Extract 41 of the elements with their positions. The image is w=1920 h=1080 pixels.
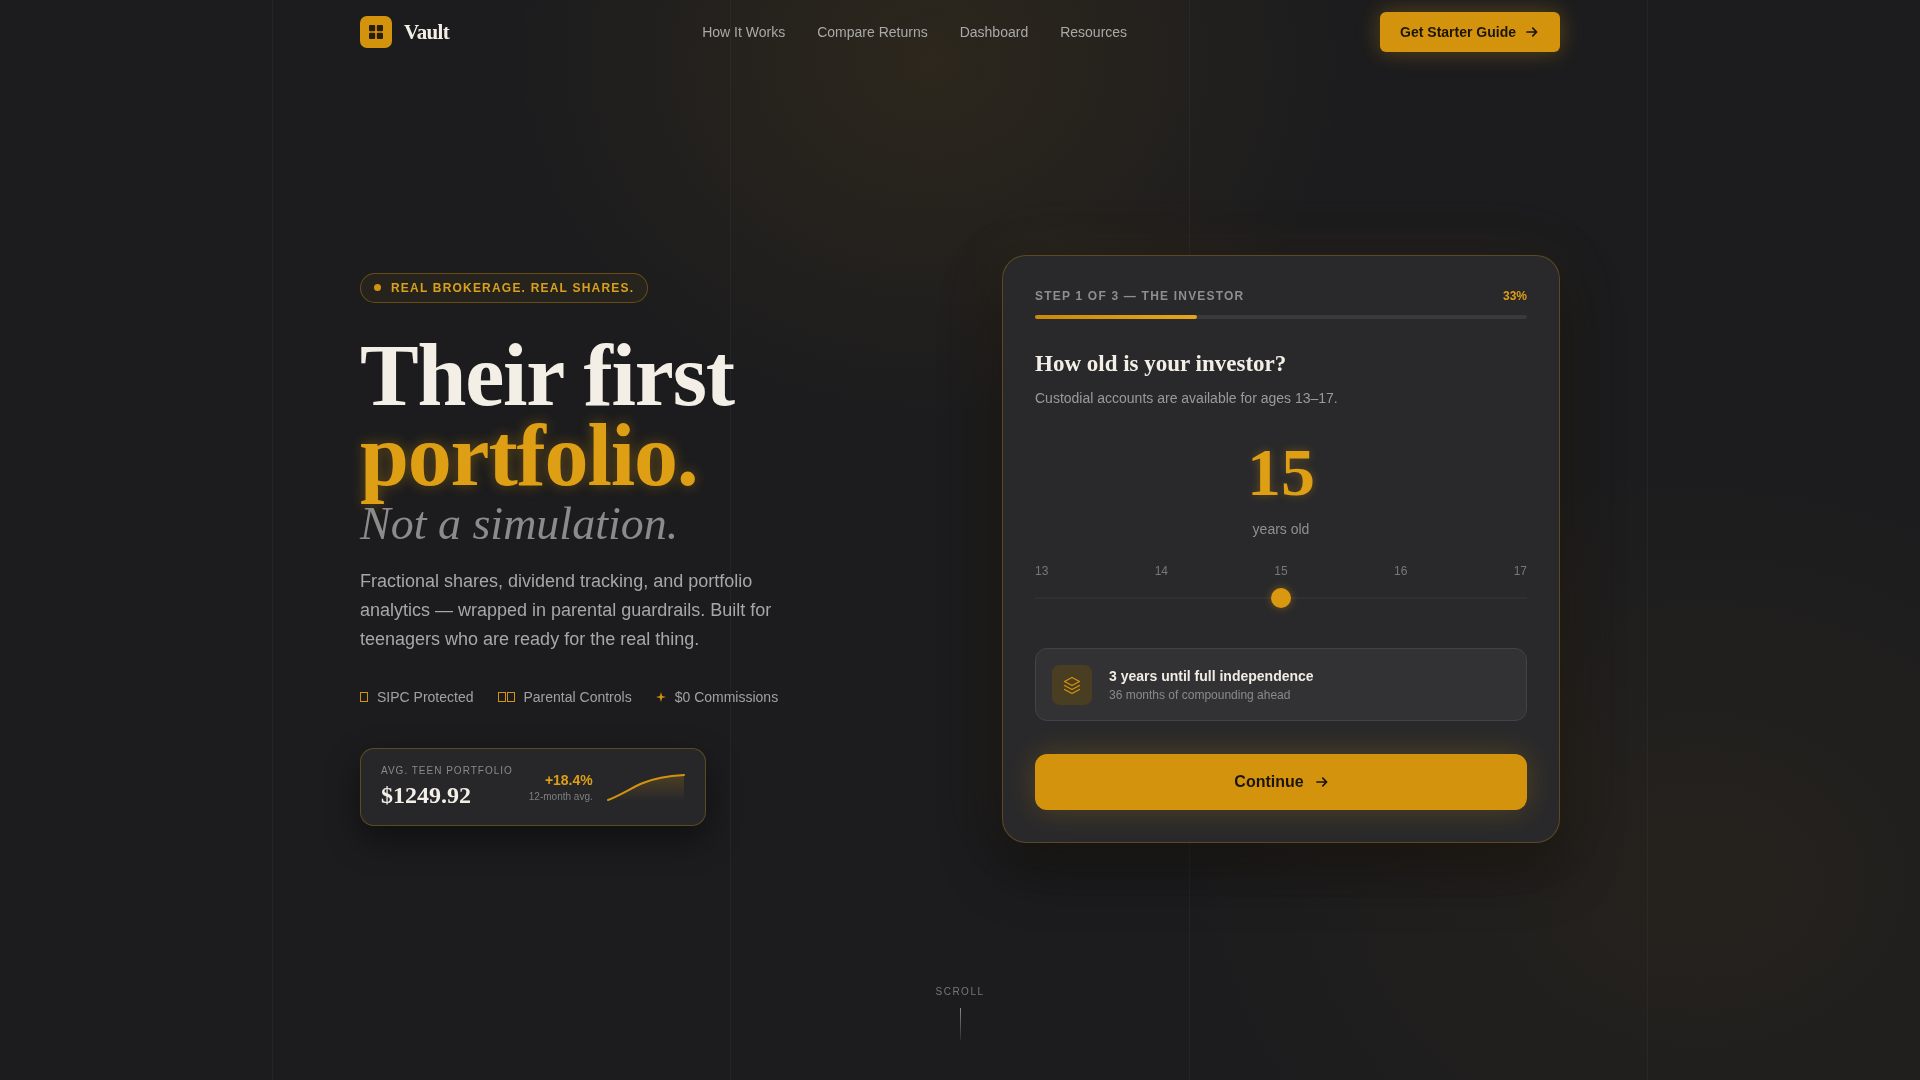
nav-link[interactable]: Resources xyxy=(1060,24,1128,40)
hero-description: Fractional shares, dividend tracking, and portfolio analytics — wrapped in parental guardrails. Built for teenagers who are ready for the real thing. xyxy=(360,569,773,651)
slider-tick-label: 13 xyxy=(1035,563,1049,579)
scroll-hint: SCROLL xyxy=(935,986,985,998)
step-label: STEP 1 OF 3 — THE INVESTOR xyxy=(1035,289,1245,303)
slider-thumb[interactable] xyxy=(1271,588,1291,608)
progress-percent: 33% xyxy=(1502,289,1527,303)
question-heading: How old is your investor? xyxy=(1035,350,1288,378)
nav-link[interactable]: Dashboard xyxy=(959,24,1029,40)
nav-link[interactable]: How It Works xyxy=(702,24,786,40)
sparkle-icon xyxy=(655,691,666,702)
age-unit: years old xyxy=(1252,520,1310,539)
slider-tick-label: 16 xyxy=(1393,563,1408,579)
dot-icon xyxy=(374,284,381,291)
age-value: 15 xyxy=(1246,436,1316,508)
feature-label: Parental Controls xyxy=(523,687,632,707)
logo-icon xyxy=(360,16,392,48)
feature-label: $0 Commissions xyxy=(674,687,779,707)
scroll-indicator-line xyxy=(959,1008,961,1040)
starter-guide-button[interactable]: Get Starter Guide xyxy=(1380,12,1560,52)
box-pair-icon xyxy=(497,691,515,702)
box-glyph-icon xyxy=(360,691,368,702)
slider-tick-label: 17 xyxy=(1513,563,1527,579)
badge-text: REAL BROKERAGE. REAL SHARES. xyxy=(391,280,635,295)
info-title: 3 years until full independence xyxy=(1109,667,1314,684)
arrow-right-icon xyxy=(1315,777,1328,787)
info-subtitle: 36 months of compounding ahead xyxy=(1109,687,1292,702)
feature-label: SIPC Protected xyxy=(377,687,474,707)
slider-tick-label: 15 xyxy=(1274,563,1288,579)
stat-value: $1249.92 xyxy=(381,780,472,809)
slider-tick-label: 14 xyxy=(1154,563,1168,579)
layers-icon xyxy=(1052,664,1092,705)
nav-link[interactable]: Compare Returns xyxy=(817,24,928,40)
stat-note: 12-month avg. xyxy=(528,790,593,802)
stat-change: +18.4% xyxy=(544,771,593,788)
brand-name[interactable]: Vault xyxy=(404,19,450,45)
question-hint: Custodial accounts are available for ages 13–17. xyxy=(1035,389,1339,408)
headline-text: Their first xyxy=(360,335,734,416)
arrow-right-icon xyxy=(1526,27,1538,37)
stat-label: AVG. TEEN PORTFOLIO xyxy=(381,764,513,776)
continue-button[interactable]: Continue xyxy=(1035,754,1527,810)
